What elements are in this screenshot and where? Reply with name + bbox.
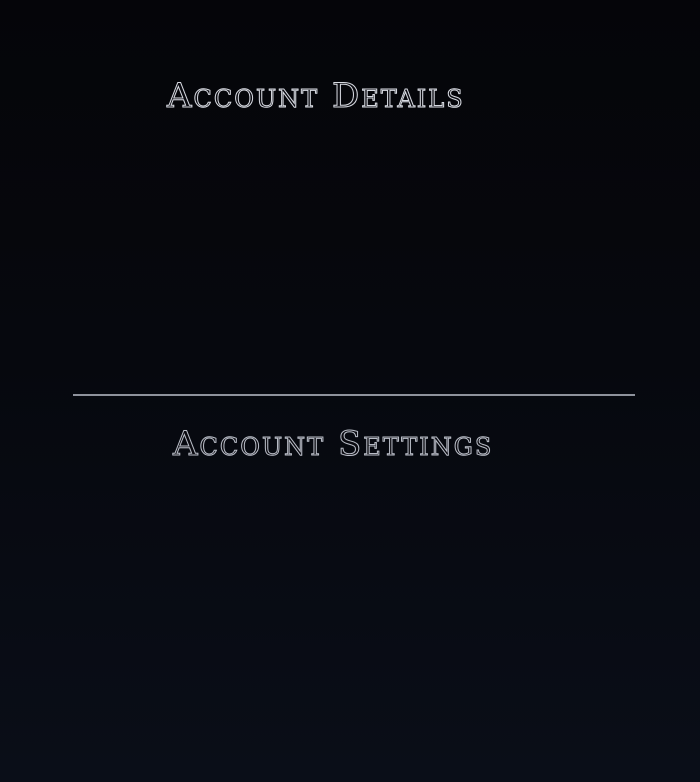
account-panel: Account Details Account Settings (0, 0, 700, 782)
account-settings-title[interactable]: Account Settings (0, 424, 700, 465)
section-divider (73, 394, 635, 396)
account-details-title: Account Details (167, 76, 465, 117)
